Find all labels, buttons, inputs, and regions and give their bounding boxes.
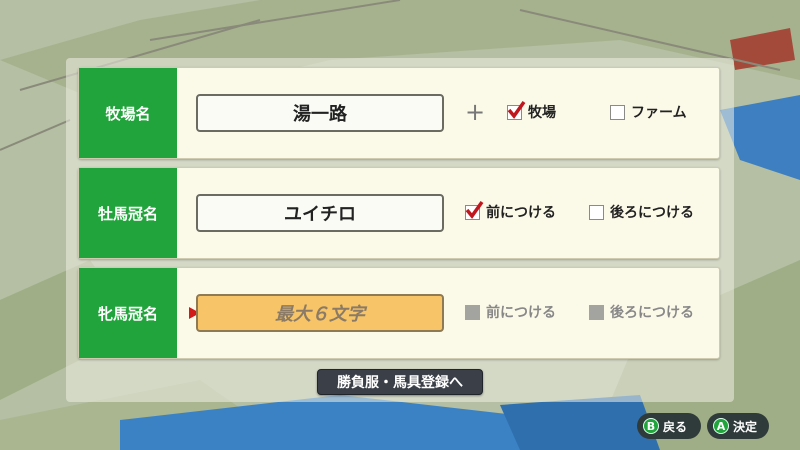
ranch-suffix-label: 牧場: [528, 105, 556, 121]
farm-suffix-option[interactable]: ファーム: [610, 102, 687, 122]
a-button-icon: A: [713, 418, 729, 434]
b-button-icon: B: [643, 418, 659, 434]
colt-back-option[interactable]: 後ろにつける: [589, 202, 694, 222]
filly-prefix-label: 牝馬冠名: [79, 268, 177, 358]
confirm-label: 決定: [733, 419, 758, 434]
filly-prefix-row: 牝馬冠名 最大６文字 前につける 後ろにつける: [78, 267, 720, 359]
colt-front-label: 前につける: [486, 205, 556, 221]
colt-back-label: 後ろにつける: [610, 205, 694, 221]
checkbox-unchecked[interactable]: [589, 204, 604, 220]
filly-back-label: 後ろにつける: [610, 305, 694, 321]
checkbox-disabled[interactable]: [589, 304, 604, 320]
colt-prefix-row: 牡馬冠名 ユイチロ 前につける 後ろにつける: [78, 167, 720, 259]
ranch-name-field[interactable]: 湯一路: [196, 94, 444, 132]
silks-registration-button[interactable]: 勝負服・馬具登録へ: [317, 369, 483, 395]
ranch-suffix-option[interactable]: 牧場: [507, 100, 556, 122]
back-control[interactable]: B 戻る: [637, 413, 701, 439]
ranch-name-row: 牧場名 湯一路 + 牧場 ファーム: [78, 67, 720, 159]
confirm-control[interactable]: A 決定: [707, 413, 769, 439]
checkbox-checked[interactable]: [507, 100, 526, 120]
filly-front-option[interactable]: 前につける: [465, 302, 556, 322]
checkbox-checked[interactable]: [465, 200, 484, 220]
filly-prefix-field[interactable]: 最大６文字: [196, 294, 444, 332]
filly-front-label: 前につける: [486, 305, 556, 321]
checkmark-icon: [465, 200, 484, 219]
filly-back-option[interactable]: 後ろにつける: [589, 302, 694, 322]
checkmark-icon: [507, 100, 526, 119]
colt-prefix-field[interactable]: ユイチロ: [196, 194, 444, 232]
colt-front-option[interactable]: 前につける: [465, 200, 556, 222]
plus-sign: +: [465, 98, 486, 126]
checkbox-disabled[interactable]: [465, 304, 480, 320]
checkbox-unchecked[interactable]: [610, 104, 625, 120]
colt-prefix-label: 牡馬冠名: [79, 168, 177, 258]
ranch-name-label: 牧場名: [79, 68, 177, 158]
back-label: 戻る: [663, 419, 688, 434]
farm-suffix-label: ファーム: [631, 105, 687, 121]
